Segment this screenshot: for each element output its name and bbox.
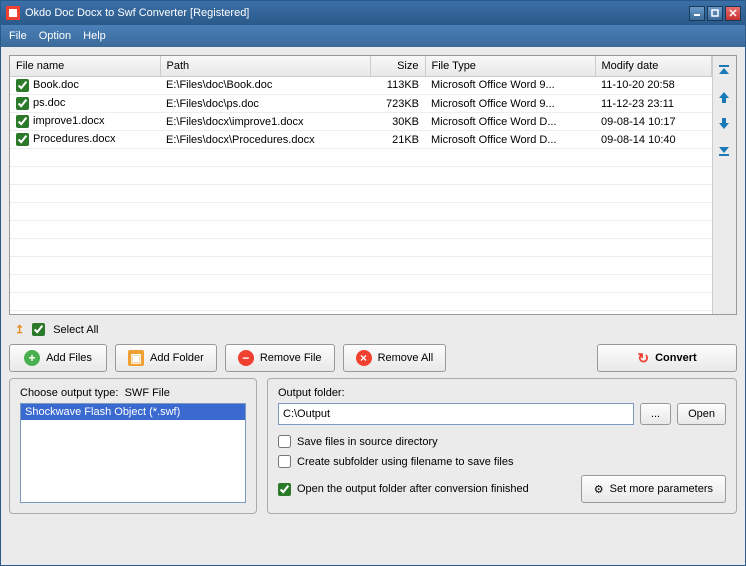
maximize-button[interactable] bbox=[707, 6, 723, 21]
select-all-label: Select All bbox=[53, 324, 98, 336]
cell-date: 11-12-23 23:11 bbox=[595, 95, 712, 113]
create-subfolder-checkbox[interactable] bbox=[278, 455, 291, 468]
cell-filename: Procedures.docx bbox=[33, 133, 116, 145]
cell-type: Microsoft Office Word D... bbox=[425, 113, 595, 131]
cell-size: 723KB bbox=[370, 95, 425, 113]
table-row[interactable]: Book.doc E:\Files\doc\Book.doc113KBMicros… bbox=[10, 76, 712, 95]
col-date[interactable]: Modify date bbox=[595, 56, 712, 76]
output-type-listbox[interactable]: Shockwave Flash Object (*.swf) bbox=[20, 403, 246, 503]
reorder-panel bbox=[712, 56, 736, 314]
cell-date: 09-08-14 10:17 bbox=[595, 113, 712, 131]
add-files-button[interactable]: +Add Files bbox=[9, 344, 107, 372]
table-row[interactable] bbox=[10, 167, 712, 185]
col-size[interactable]: Size bbox=[370, 56, 425, 76]
minimize-button[interactable] bbox=[689, 6, 705, 21]
row-checkbox[interactable] bbox=[16, 115, 29, 128]
cell-size: 21KB bbox=[370, 131, 425, 149]
table-row[interactable] bbox=[10, 221, 712, 239]
cell-filename: improve1.docx bbox=[33, 115, 105, 127]
open-after-checkbox[interactable] bbox=[278, 483, 291, 496]
convert-button[interactable]: ↻Convert bbox=[597, 344, 737, 372]
cell-path: E:\Files\doc\ps.doc bbox=[160, 95, 370, 113]
x-icon: × bbox=[356, 350, 372, 366]
convert-icon: ↻ bbox=[637, 350, 649, 367]
output-folder-input[interactable] bbox=[278, 403, 634, 425]
cell-size: 113KB bbox=[370, 76, 425, 95]
up-folder-icon[interactable]: ↥ bbox=[15, 323, 24, 336]
col-filename[interactable]: File name bbox=[10, 56, 160, 76]
row-checkbox[interactable] bbox=[16, 133, 29, 146]
plus-icon: + bbox=[24, 350, 40, 366]
set-more-parameters-button[interactable]: ⚙Set more parameters bbox=[581, 475, 726, 503]
browse-button[interactable]: ... bbox=[640, 403, 671, 425]
move-up-icon[interactable] bbox=[717, 90, 733, 106]
save-source-label: Save files in source directory bbox=[297, 436, 438, 448]
output-type-label: Choose output type: SWF File bbox=[20, 387, 246, 399]
app-window: Okdo Doc Docx to Swf Converter [Register… bbox=[0, 0, 746, 566]
gear-icon: ⚙ bbox=[594, 483, 604, 496]
cell-date: 09-08-14 10:40 bbox=[595, 131, 712, 149]
cell-type: Microsoft Office Word 9... bbox=[425, 76, 595, 95]
bottom-panels: Choose output type: SWF File Shockwave F… bbox=[9, 378, 737, 514]
cell-path: E:\Files\doc\Book.doc bbox=[160, 76, 370, 95]
table-row[interactable]: ps.doc E:\Files\doc\ps.doc723KBMicrosoft … bbox=[10, 95, 712, 113]
table-row[interactable] bbox=[10, 149, 712, 167]
titlebar: Okdo Doc Docx to Swf Converter [Register… bbox=[1, 1, 745, 25]
cell-path: E:\Files\docx\improve1.docx bbox=[160, 113, 370, 131]
table-row[interactable] bbox=[10, 239, 712, 257]
close-button[interactable] bbox=[725, 6, 741, 21]
minus-icon: − bbox=[238, 350, 254, 366]
window-title: Okdo Doc Docx to Swf Converter [Register… bbox=[25, 7, 249, 19]
toolbar: +Add Files ▣Add Folder −Remove File ×Rem… bbox=[9, 344, 737, 372]
table-row[interactable]: Procedures.docx E:\Files\docx\Procedures.… bbox=[10, 131, 712, 149]
menubar: File Option Help bbox=[1, 25, 745, 47]
select-all-checkbox[interactable] bbox=[32, 323, 45, 336]
cell-filename: Book.doc bbox=[33, 79, 79, 91]
cell-type: Microsoft Office Word 9... bbox=[425, 95, 595, 113]
output-folder-label: Output folder: bbox=[278, 387, 726, 399]
move-bottom-icon[interactable] bbox=[717, 142, 733, 158]
file-table: File name Path Size File Type Modify dat… bbox=[10, 56, 712, 311]
app-icon bbox=[5, 5, 21, 21]
open-folder-button[interactable]: Open bbox=[677, 403, 726, 425]
output-type-panel: Choose output type: SWF File Shockwave F… bbox=[9, 378, 257, 514]
folder-icon: ▣ bbox=[128, 350, 144, 366]
table-row[interactable] bbox=[10, 185, 712, 203]
cell-date: 11-10-20 20:58 bbox=[595, 76, 712, 95]
cell-size: 30KB bbox=[370, 113, 425, 131]
create-subfolder-label: Create subfolder using filename to save … bbox=[297, 456, 513, 468]
cell-type: Microsoft Office Word D... bbox=[425, 131, 595, 149]
cell-path: E:\Files\docx\Procedures.docx bbox=[160, 131, 370, 149]
save-source-checkbox[interactable] bbox=[278, 435, 291, 448]
remove-all-button[interactable]: ×Remove All bbox=[343, 344, 447, 372]
output-folder-panel: Output folder: ... Open Save files in so… bbox=[267, 378, 737, 514]
select-all-row: ↥ Select All bbox=[9, 321, 737, 338]
row-checkbox[interactable] bbox=[16, 79, 29, 92]
move-down-icon[interactable] bbox=[717, 116, 733, 132]
open-after-label: Open the output folder after conversion … bbox=[297, 483, 529, 495]
output-type-item[interactable]: Shockwave Flash Object (*.swf) bbox=[21, 404, 245, 420]
table-row[interactable] bbox=[10, 257, 712, 275]
table-row[interactable] bbox=[10, 203, 712, 221]
move-top-icon[interactable] bbox=[717, 64, 733, 80]
row-checkbox[interactable] bbox=[16, 97, 29, 110]
add-folder-button[interactable]: ▣Add Folder bbox=[115, 344, 217, 372]
content-area: File name Path Size File Type Modify dat… bbox=[1, 47, 745, 565]
file-table-container: File name Path Size File Type Modify dat… bbox=[9, 55, 737, 315]
col-path[interactable]: Path bbox=[160, 56, 370, 76]
table-row[interactable]: improve1.docx E:\Files\docx\improve1.docx… bbox=[10, 113, 712, 131]
col-type[interactable]: File Type bbox=[425, 56, 595, 76]
menu-option[interactable]: Option bbox=[39, 30, 71, 42]
menu-help[interactable]: Help bbox=[83, 30, 106, 42]
menu-file[interactable]: File bbox=[9, 30, 27, 42]
table-row[interactable] bbox=[10, 293, 712, 311]
table-row[interactable] bbox=[10, 275, 712, 293]
remove-file-button[interactable]: −Remove File bbox=[225, 344, 335, 372]
cell-filename: ps.doc bbox=[33, 97, 65, 109]
